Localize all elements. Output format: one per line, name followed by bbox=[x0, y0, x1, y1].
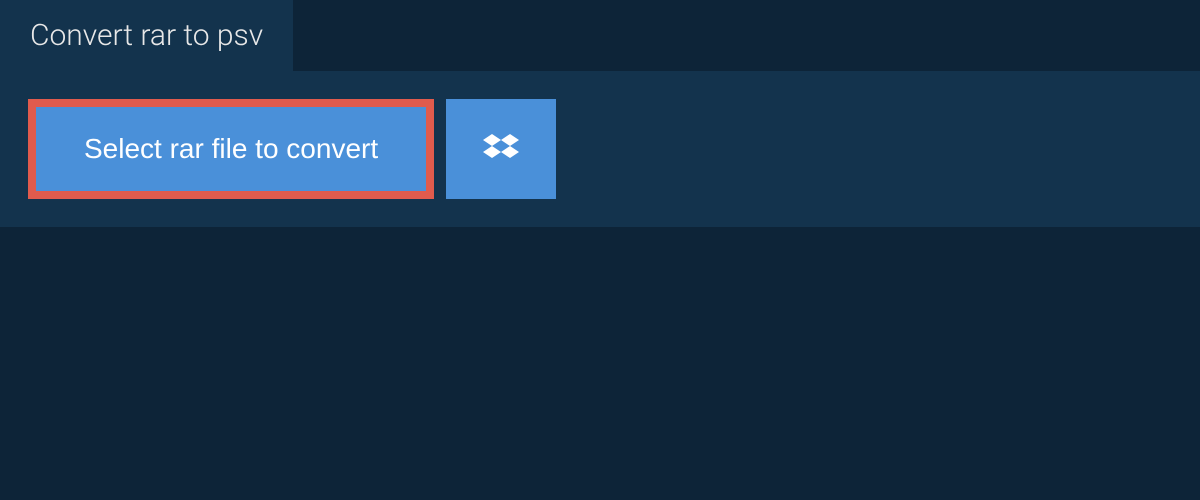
select-file-label: Select rar file to convert bbox=[84, 133, 378, 165]
select-file-button[interactable]: Select rar file to convert bbox=[28, 99, 434, 199]
tab-convert[interactable]: Convert rar to psv bbox=[0, 0, 293, 71]
content-panel: Select rar file to convert bbox=[0, 71, 1200, 227]
dropbox-icon bbox=[483, 131, 519, 167]
tab-title: Convert rar to psv bbox=[30, 18, 263, 53]
tab-bar: Convert rar to psv bbox=[0, 0, 1200, 71]
dropbox-button[interactable] bbox=[446, 99, 556, 199]
